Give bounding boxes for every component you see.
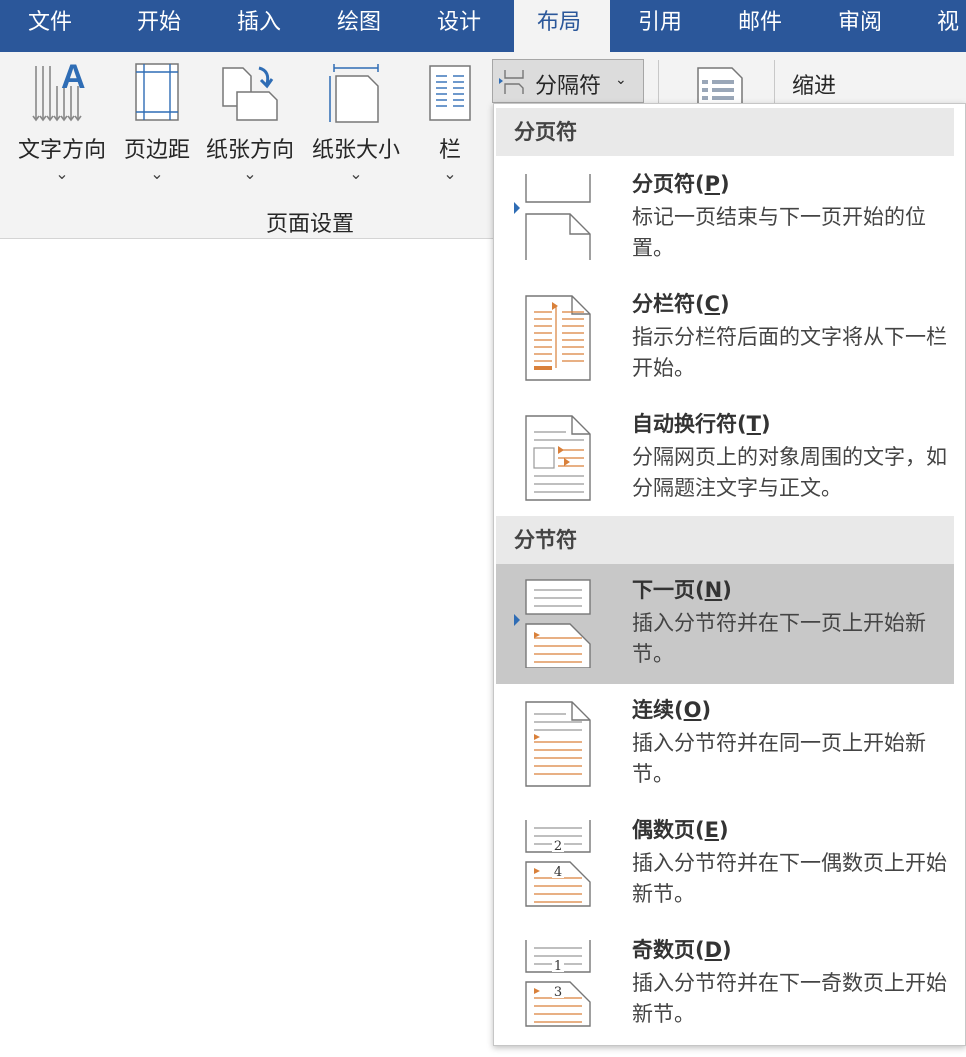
- size-button[interactable]: 纸张大小 ⌄: [306, 52, 406, 202]
- menu-item-next-page[interactable]: 下一页(N) 插入分节符并在下一页上开始新节。: [496, 564, 954, 684]
- margins-icon: [135, 63, 179, 121]
- svg-text:3: 3: [554, 985, 562, 1000]
- margins-label: 页边距: [123, 138, 190, 163]
- chevron-down-icon: ⌄: [55, 164, 69, 183]
- tab-view[interactable]: 视: [937, 0, 959, 52]
- menu-item-description: 分隔网页上的对象周围的文字，如分隔题注文字与正文。: [632, 445, 947, 500]
- chevron-down-icon: ⌄: [615, 72, 627, 88]
- chevron-down-icon: ⌄: [243, 164, 257, 183]
- line-numbers-icon[interactable]: [696, 66, 746, 106]
- text-direction-button[interactable]: A 文字方向 ⌄: [10, 52, 114, 202]
- indent-label: 缩进: [792, 74, 837, 99]
- tab-draw[interactable]: 绘图: [337, 0, 381, 52]
- tab-home[interactable]: 开始: [137, 0, 181, 52]
- orientation-label: 纸张方向: [205, 138, 294, 163]
- svg-text:4: 4: [554, 865, 562, 880]
- menu-item-description: 插入分节符并在同一页上开始新节。: [632, 731, 926, 786]
- tab-layout[interactable]: 布局: [514, 0, 610, 52]
- menu-item-title: 自动换行符(T): [632, 412, 771, 436]
- ribbon-tab-bar: 文件 开始 插入 绘图 设计 布局 引用 邮件 审阅 视: [0, 0, 966, 52]
- menu-item-page-break[interactable]: 分页符(P) 标记一页结束与下一页开始的位置。: [496, 158, 954, 278]
- menu-item-description: 插入分节符并在下一奇数页上开始新节。: [632, 971, 947, 1026]
- menu-item-title: 偶数页(E): [632, 818, 729, 842]
- tab-design[interactable]: 设计: [437, 0, 481, 52]
- breaks-icon: [499, 70, 524, 94]
- menu-item-description: 指示分栏符后面的文字将从下一栏开始。: [632, 325, 947, 380]
- svg-text:2: 2: [554, 839, 562, 854]
- next-page-icon: [514, 579, 591, 668]
- columns-label: 栏: [438, 138, 461, 163]
- paper-size-icon: [329, 64, 379, 123]
- continuous-icon: [525, 701, 591, 787]
- ribbon-divider: [774, 60, 775, 104]
- column-break-icon: [525, 295, 591, 381]
- text-direction-icon: A: [32, 62, 86, 122]
- tab-references[interactable]: 引用: [638, 0, 682, 52]
- columns-icon: [429, 65, 471, 121]
- tab-review[interactable]: 审阅: [838, 0, 882, 52]
- svg-text:A: A: [61, 62, 86, 96]
- breaks-label: 分隔符: [535, 74, 602, 99]
- menu-item-column-break[interactable]: 分栏符(C) 指示分栏符后面的文字将从下一栏开始。: [496, 278, 954, 398]
- menu-item-even-page[interactable]: 2 4 偶数页(E) 插入分节符并在下一偶数页上开始新节。: [496, 804, 954, 924]
- breaks-dropdown-menu: 分页符 分页符(P) 标记一页结束与下一页开始的位置。 分栏符(C) 指示分栏符…: [493, 103, 966, 1046]
- orientation-icon: [222, 66, 278, 121]
- menu-item-text-wrapping[interactable]: 自动换行符(T) 分隔网页上的对象周围的文字，如分隔题注文字与正文。: [496, 398, 954, 518]
- menu-item-title: 分页符(P): [632, 172, 730, 196]
- menu-item-continuous[interactable]: 连续(O) 插入分节符并在同一页上开始新节。: [496, 684, 954, 804]
- columns-button[interactable]: 栏 ⌄: [420, 52, 480, 202]
- tab-mailings[interactable]: 邮件: [738, 0, 782, 52]
- page-breaks-heading: 分页符: [496, 108, 954, 156]
- page-break-icon: [514, 174, 591, 260]
- section-breaks-heading: 分节符: [496, 516, 954, 564]
- chevron-down-icon: ⌄: [349, 164, 363, 183]
- menu-item-title: 分栏符(C): [632, 292, 730, 316]
- text-direction-label: 文字方向: [17, 138, 106, 163]
- text-wrapping-icon: [525, 415, 591, 501]
- menu-item-description: 插入分节符并在下一页上开始新节。: [632, 611, 926, 666]
- even-page-icon: 2 4: [525, 820, 591, 907]
- margins-button[interactable]: 页边距 ⌄: [118, 52, 196, 202]
- menu-item-title: 奇数页(D): [632, 938, 732, 962]
- menu-item-title: 下一页(N): [632, 578, 732, 602]
- size-label: 纸张大小: [311, 138, 400, 163]
- odd-page-icon: 1 3: [525, 940, 591, 1027]
- menu-item-description: 插入分节符并在下一偶数页上开始新节。: [632, 851, 947, 906]
- ribbon-divider: [658, 60, 659, 104]
- menu-item-title: 连续(O): [632, 698, 712, 722]
- breaks-button[interactable]: 分隔符 ⌄: [492, 59, 644, 103]
- chevron-down-icon: ⌄: [150, 164, 164, 183]
- menu-item-description: 标记一页结束与下一页开始的位置。: [632, 205, 926, 260]
- menu-item-odd-page[interactable]: 1 3 奇数页(D) 插入分节符并在下一奇数页上开始新节。: [496, 924, 954, 1044]
- chevron-down-icon: ⌄: [443, 164, 457, 183]
- tab-insert[interactable]: 插入: [237, 0, 281, 52]
- tab-file[interactable]: 文件: [28, 0, 72, 52]
- orientation-button[interactable]: 纸张方向 ⌄: [200, 52, 300, 202]
- svg-text:1: 1: [554, 959, 562, 974]
